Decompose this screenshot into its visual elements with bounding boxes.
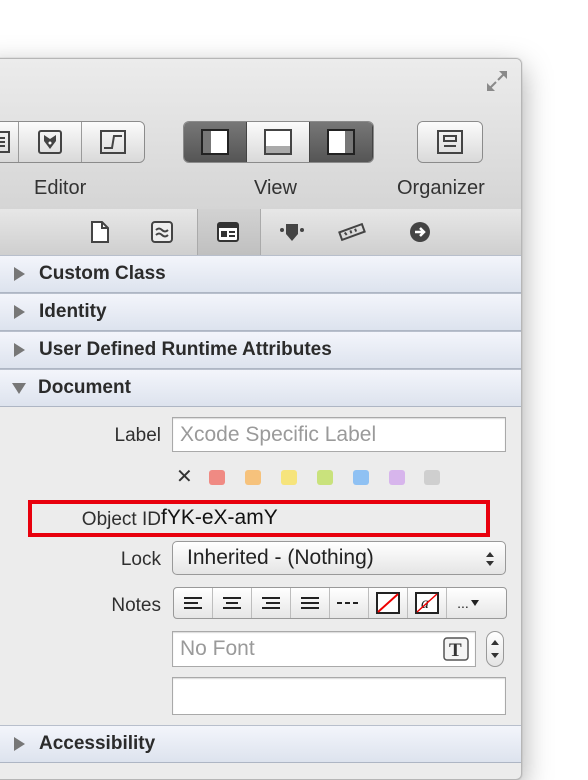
debug-area-toggle-button[interactable] xyxy=(247,122,310,162)
view-label: View xyxy=(254,177,297,199)
notes-textarea[interactable] xyxy=(172,677,506,715)
assistant-editor-icon xyxy=(38,130,62,154)
connections-inspector-icon[interactable] xyxy=(405,217,435,247)
align-left-button[interactable] xyxy=(174,588,213,618)
identity-section[interactable]: Identity xyxy=(0,293,521,331)
notes-format-bar: a ... xyxy=(173,587,507,619)
standard-editor-icon xyxy=(0,131,10,153)
clear-color-icon[interactable]: ✕ xyxy=(176,464,193,489)
disclosure-triangle-icon xyxy=(14,343,25,357)
attributes-inspector-icon[interactable] xyxy=(277,217,307,247)
stepper-arrows-icon xyxy=(491,640,499,658)
organizer-button[interactable] xyxy=(417,121,483,163)
align-left-icon xyxy=(184,597,202,609)
custom-class-section[interactable]: Custom Class xyxy=(0,255,521,293)
align-right-button[interactable] xyxy=(252,588,291,618)
label-field[interactable]: Xcode Specific Label xyxy=(172,417,506,452)
navigator-toggle-button[interactable] xyxy=(184,122,247,162)
font-field[interactable]: No Font T xyxy=(172,631,476,667)
organizer-icon xyxy=(437,130,463,154)
label-caption: Label xyxy=(114,425,162,446)
quick-help-icon[interactable] xyxy=(147,217,177,247)
label-color-purple[interactable] xyxy=(389,470,405,485)
size-inspector-icon[interactable] xyxy=(337,217,367,247)
navigator-panel-icon xyxy=(201,129,229,155)
more-options-button[interactable]: ... xyxy=(447,588,489,618)
label-color-yellow[interactable] xyxy=(281,470,297,485)
notes-caption: Notes xyxy=(111,595,161,616)
no-color-swatch-icon xyxy=(376,592,400,614)
standard-editor-button[interactable] xyxy=(0,122,19,162)
section-title: Identity xyxy=(39,301,107,322)
label-color-green[interactable] xyxy=(317,470,333,485)
text-color-icon: a xyxy=(415,592,439,614)
label-color-gray[interactable] xyxy=(424,470,440,485)
svg-text:a: a xyxy=(421,595,429,612)
object-id-highlight xyxy=(28,500,490,537)
disclosure-triangle-icon xyxy=(14,305,25,319)
disclosure-triangle-icon xyxy=(14,267,25,281)
section-title: Accessibility xyxy=(39,733,156,754)
document-section[interactable]: Document xyxy=(0,369,521,407)
lock-value: Inherited - (Nothing) xyxy=(187,546,374,569)
popup-arrows-icon xyxy=(486,552,494,566)
dashed-line-icon xyxy=(337,602,361,604)
inspector-tab-bar xyxy=(0,209,521,256)
section-title: Custom Class xyxy=(39,263,166,284)
dropdown-arrow-icon xyxy=(470,600,479,606)
label-placeholder: Xcode Specific Label xyxy=(180,422,377,446)
organizer-label: Organizer xyxy=(397,177,485,199)
more-options-label: ... xyxy=(457,595,469,611)
view-segmented-control xyxy=(183,121,374,163)
justify-button[interactable] xyxy=(291,588,330,618)
editor-segmented-control xyxy=(0,121,145,163)
text-color-button[interactable]: a xyxy=(408,588,447,618)
disclosure-triangle-icon xyxy=(14,737,25,751)
align-right-icon xyxy=(262,597,280,609)
version-editor-button[interactable] xyxy=(82,122,144,162)
organizer-cell[interactable] xyxy=(418,122,482,162)
label-color-red[interactable] xyxy=(209,470,225,485)
xcode-window: Editor View Organizer Custom Class Ident… xyxy=(0,58,522,780)
version-editor-icon xyxy=(100,130,126,154)
label-color-orange[interactable] xyxy=(245,470,261,485)
disclosure-triangle-open-icon xyxy=(12,382,26,394)
lock-caption: Lock xyxy=(120,549,161,570)
runtime-attributes-section[interactable]: User Defined Runtime Attributes xyxy=(0,331,521,369)
assistant-editor-button[interactable] xyxy=(19,122,82,162)
section-title: Document xyxy=(38,377,131,398)
font-picker-icon[interactable]: T xyxy=(443,637,469,661)
natural-alignment-button[interactable] xyxy=(330,588,369,618)
debug-area-icon xyxy=(264,129,292,155)
accessibility-section[interactable]: Accessibility xyxy=(0,725,521,763)
file-inspector-icon[interactable] xyxy=(85,217,115,247)
identity-inspector-icon[interactable] xyxy=(213,217,243,247)
align-center-icon xyxy=(223,597,241,609)
label-color-blue[interactable] xyxy=(353,470,369,485)
no-color-button[interactable] xyxy=(369,588,408,618)
utilities-panel-icon xyxy=(327,129,355,155)
toolbar: Editor View Organizer xyxy=(0,59,521,210)
font-size-stepper[interactable] xyxy=(486,631,504,667)
svg-text:T: T xyxy=(449,640,462,661)
fullscreen-icon[interactable] xyxy=(483,67,511,95)
font-value: No Font xyxy=(180,637,255,660)
section-title: User Defined Runtime Attributes xyxy=(39,339,332,360)
lock-popup[interactable]: Inherited - (Nothing) xyxy=(172,541,506,575)
align-center-button[interactable] xyxy=(213,588,252,618)
justify-icon xyxy=(301,597,319,609)
editor-label: Editor xyxy=(34,177,87,199)
utilities-toggle-button[interactable] xyxy=(310,122,373,162)
